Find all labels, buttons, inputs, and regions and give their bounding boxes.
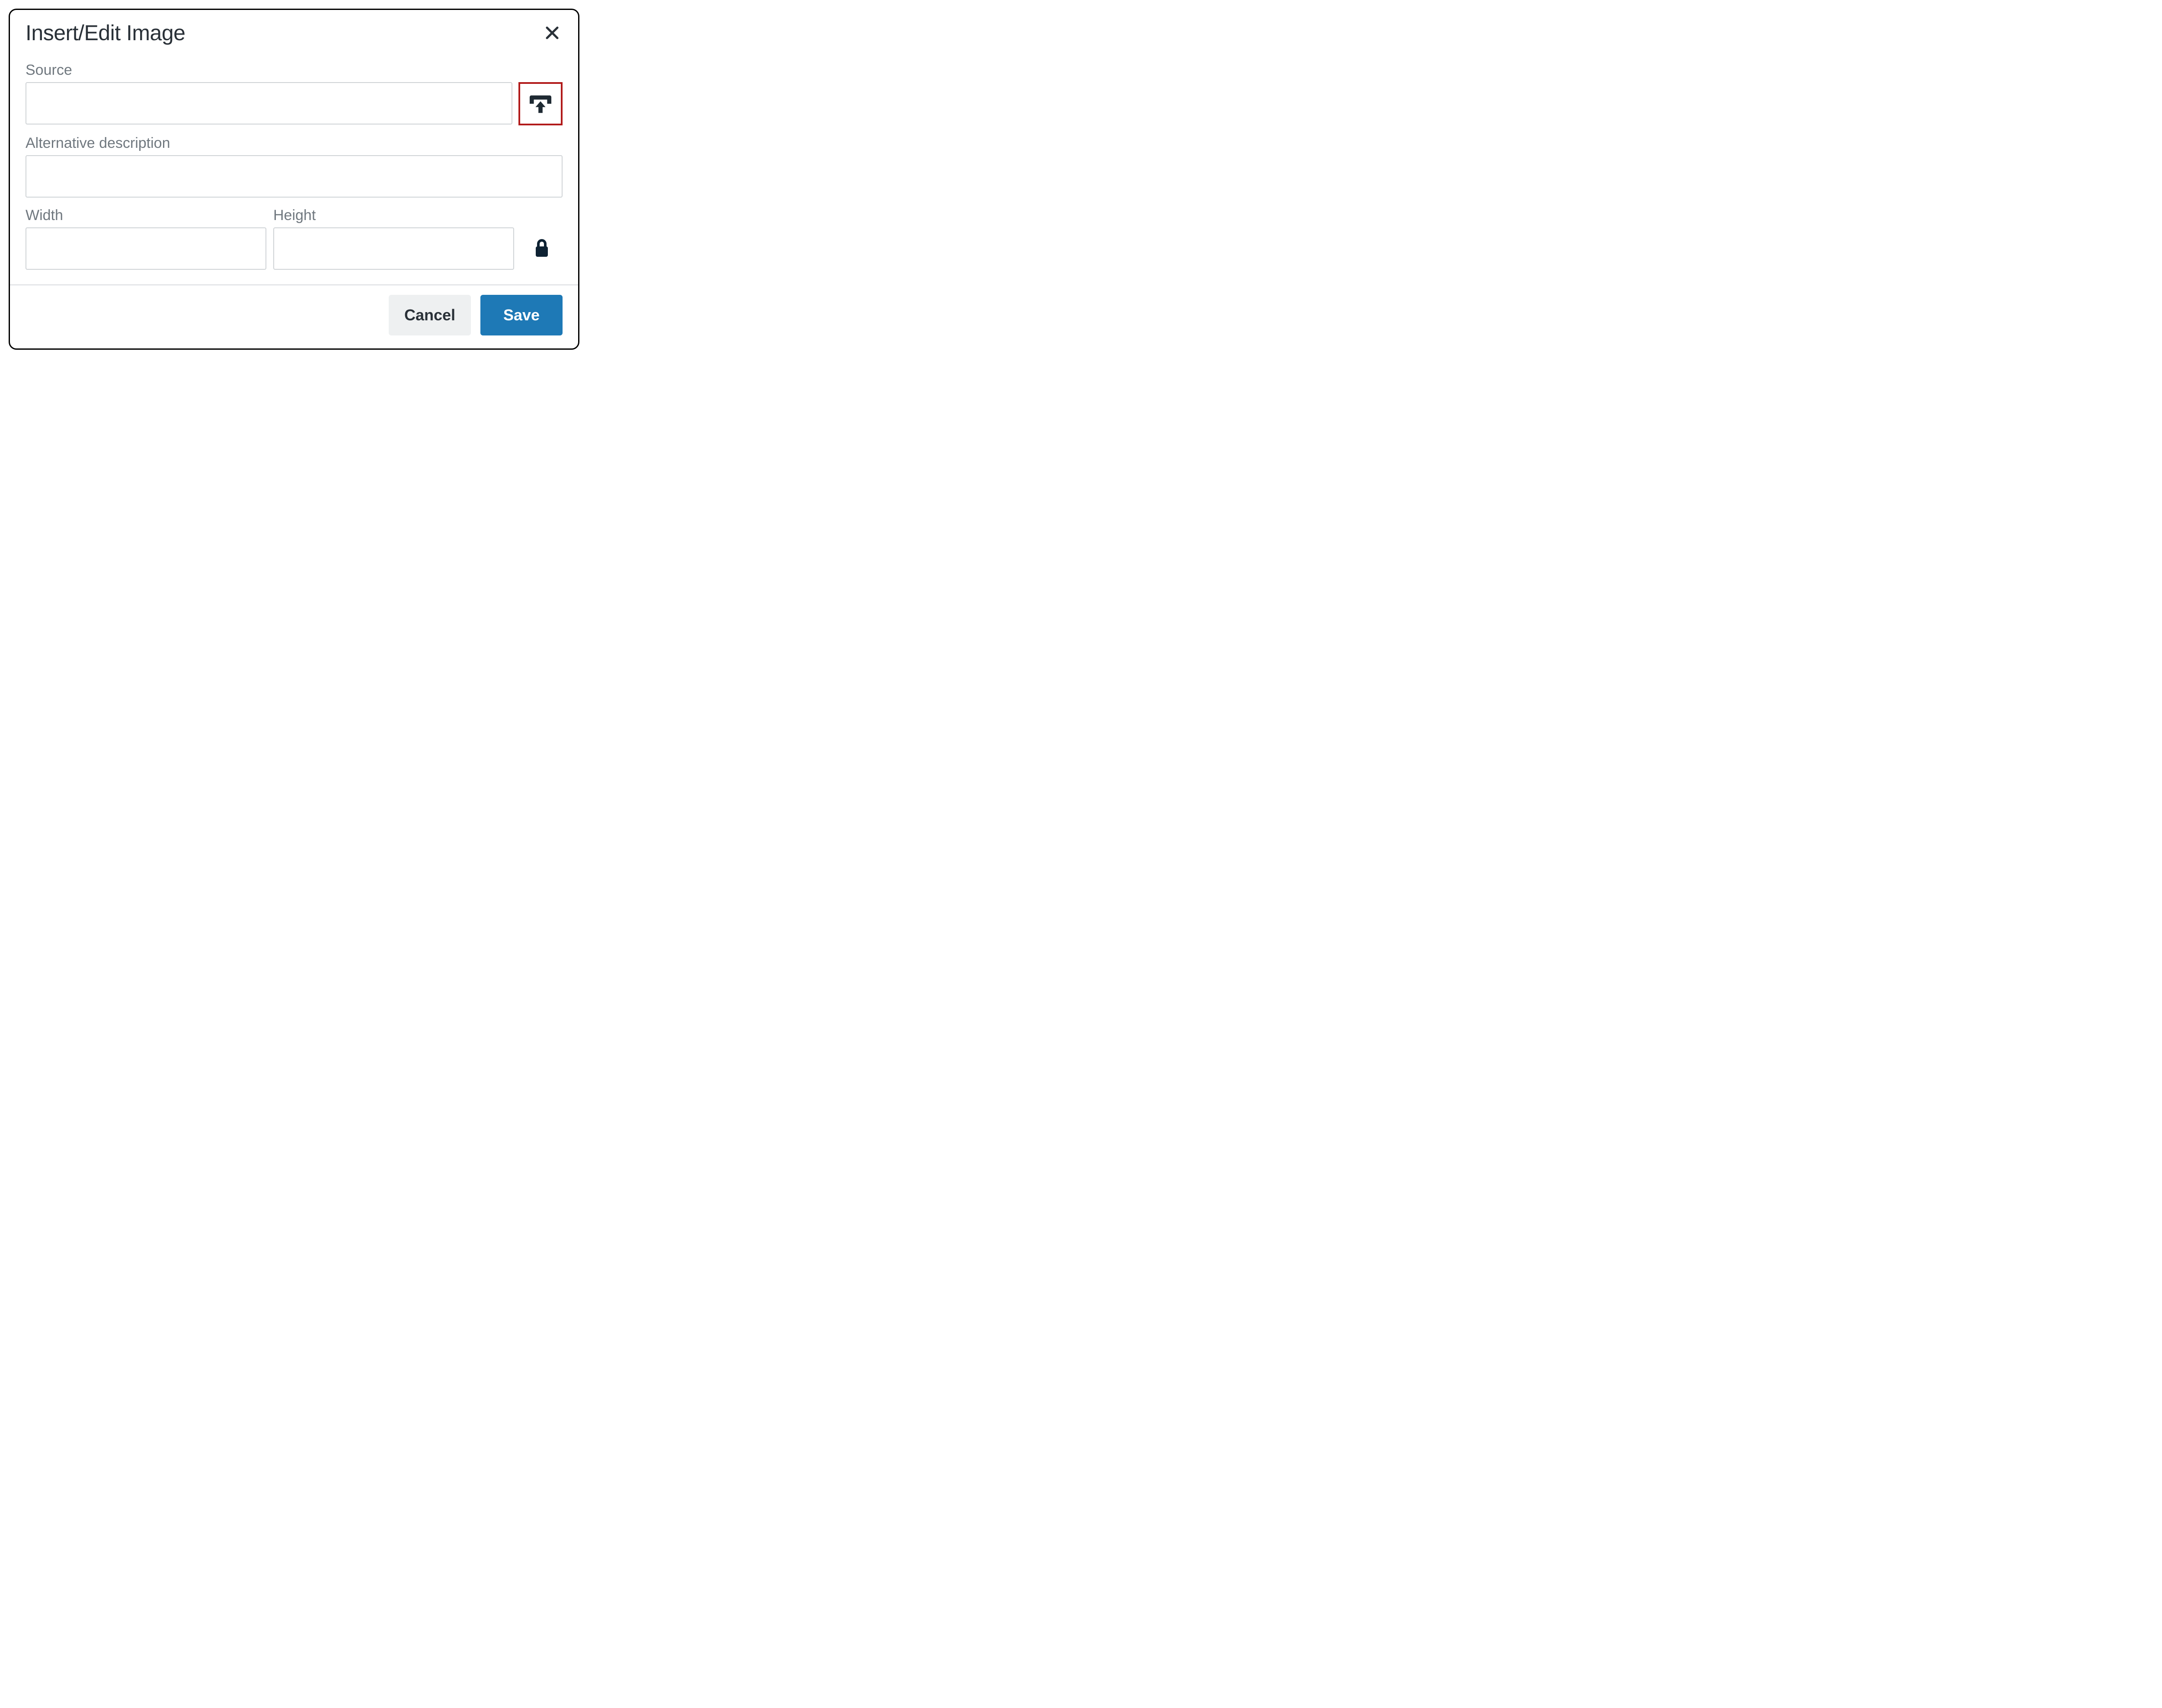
height-field-group: Height: [273, 207, 514, 270]
lock-icon: [533, 239, 550, 259]
source-field-group: Source: [26, 62, 563, 125]
dialog-header: Insert/Edit Image: [10, 10, 578, 50]
save-button[interactable]: Save: [480, 295, 563, 335]
source-input[interactable]: [26, 82, 512, 125]
constrain-proportions-toggle[interactable]: [521, 227, 563, 270]
upload-icon: [529, 93, 552, 114]
width-field-group: Width: [26, 207, 266, 270]
upload-source-button[interactable]: [518, 82, 563, 125]
dialog-footer: Cancel Save: [10, 284, 578, 348]
source-label: Source: [26, 62, 563, 79]
dialog-body: Source Alternative description Width: [10, 50, 578, 284]
dimensions-row: Width Height: [26, 207, 563, 270]
close-icon: [544, 25, 560, 41]
close-button[interactable]: [542, 22, 563, 43]
dialog-title: Insert/Edit Image: [26, 20, 185, 45]
height-input[interactable]: [273, 227, 514, 270]
cancel-button[interactable]: Cancel: [389, 295, 471, 335]
alt-field-group: Alternative description: [26, 135, 563, 198]
width-label: Width: [26, 207, 266, 224]
alt-label: Alternative description: [26, 135, 563, 152]
alt-input[interactable]: [26, 155, 563, 198]
width-input[interactable]: [26, 227, 266, 270]
height-label: Height: [273, 207, 514, 224]
dimensions-field-group: Width Height: [26, 207, 563, 270]
source-row: [26, 82, 563, 125]
insert-edit-image-dialog: Insert/Edit Image Source Alternative des…: [9, 9, 579, 350]
